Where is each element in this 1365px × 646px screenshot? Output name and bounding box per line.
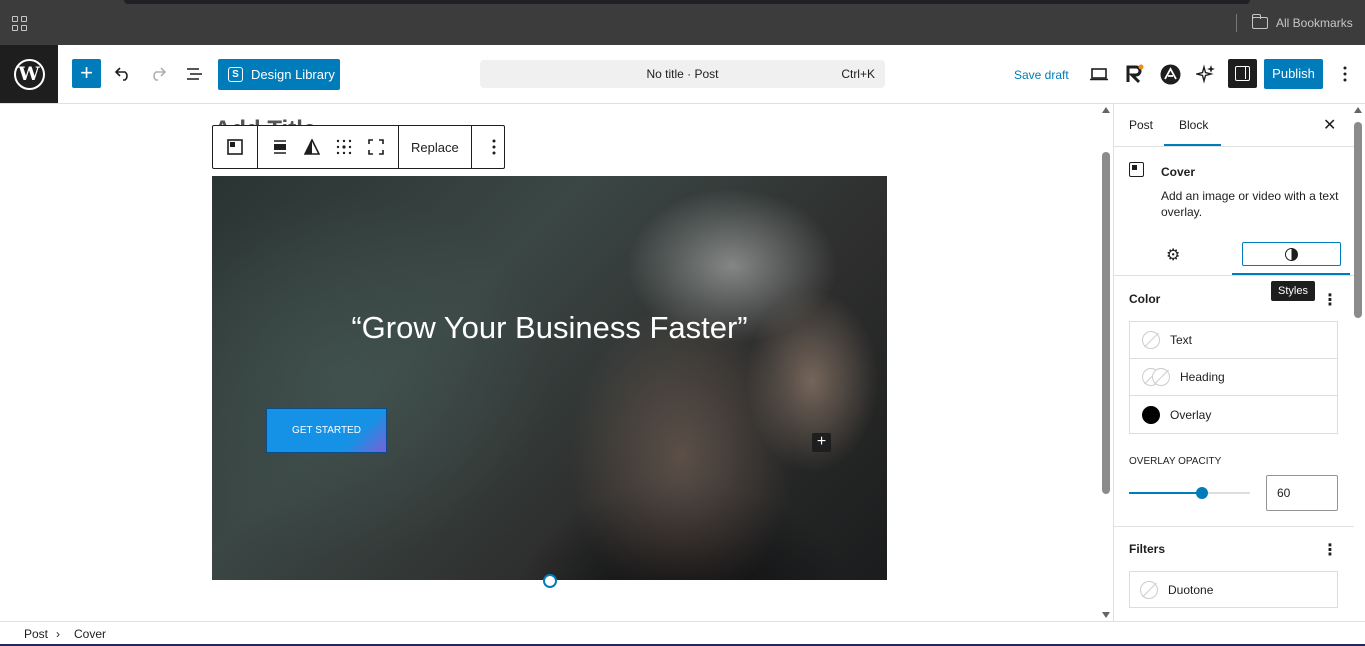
document-command-bar[interactable]: No title · Post Ctrl+K — [480, 60, 885, 88]
wordpress-logo-button[interactable]: W — [0, 45, 58, 103]
color-item-heading[interactable]: Heading — [1130, 359, 1337, 396]
toolbar-group-replace: Replace — [399, 126, 472, 168]
close-icon[interactable]: ✕ — [1323, 115, 1336, 135]
duotone-filter-icon[interactable] — [296, 126, 328, 168]
breadcrumb-cover[interactable]: Cover — [74, 627, 106, 641]
cover-block-icon — [1129, 162, 1144, 177]
empty-swatch-icon — [1140, 580, 1158, 599]
scroll-down-arrow-icon[interactable] — [1102, 612, 1110, 618]
styles-contrast-icon — [1285, 247, 1298, 261]
dual-swatch-icon — [1142, 368, 1170, 386]
color-item-overlay[interactable]: Overlay — [1130, 396, 1337, 433]
inspector-subtabs: ⚙ — [1114, 235, 1354, 276]
overlay-opacity-slider[interactable] — [1129, 487, 1250, 499]
cover-resize-handle[interactable] — [543, 574, 557, 588]
browser-bookmarks-bar: All Bookmarks — [0, 0, 1365, 45]
inline-block-inserter-icon[interactable]: + — [812, 433, 831, 452]
editor-header: W + S Design Library No title · Post Ctr… — [0, 45, 1365, 104]
undo-icon[interactable] — [112, 63, 134, 85]
wordpress-icon: W — [13, 58, 45, 90]
block-toolbar: Replace — [212, 125, 505, 169]
block-breadcrumb: Post › Cover — [0, 621, 1365, 646]
styles-tooltip: Styles — [1271, 281, 1315, 301]
slider-fill — [1129, 492, 1202, 494]
replace-button[interactable]: Replace — [405, 140, 465, 155]
block-description: Add an image or video with a text overla… — [1161, 189, 1339, 219]
breadcrumb-post[interactable]: Post — [24, 627, 48, 641]
bookmarks-separator — [1236, 14, 1237, 32]
sidebar-scrollbar[interactable] — [1352, 104, 1365, 621]
color-item-label: Overlay — [1170, 407, 1212, 422]
scroll-up-arrow-icon[interactable] — [1354, 107, 1362, 113]
sidebar-icon — [1235, 66, 1250, 81]
publish-button[interactable]: Publish — [1264, 59, 1323, 89]
block-inserter-button[interactable]: + — [72, 59, 101, 88]
redo-icon[interactable] — [147, 63, 169, 85]
document-title: No title · Post — [646, 67, 719, 81]
active-subtab-indicator — [1232, 273, 1350, 275]
color-section-title: Color — [1129, 292, 1161, 306]
settings-sidebar-toggle[interactable] — [1228, 59, 1257, 88]
options-kebab-icon[interactable] — [1334, 63, 1356, 85]
slider-thumb[interactable] — [1195, 487, 1208, 499]
active-tab-indicator — [1164, 144, 1221, 146]
toolbar-group-layout — [258, 126, 399, 168]
toolbar-group-options — [472, 126, 516, 168]
chevron-right-icon: › — [56, 627, 60, 641]
cover-block[interactable]: “Grow Your Business Faster” GET STARTED … — [212, 176, 887, 580]
cover-block-icon[interactable] — [219, 126, 251, 168]
gear-icon[interactable]: ⚙ — [1166, 245, 1180, 265]
color-settings-list: Text Heading Overlay — [1129, 321, 1338, 434]
duotone-item[interactable]: Duotone — [1129, 571, 1338, 608]
full-height-icon[interactable] — [360, 126, 392, 168]
block-name: Cover — [1161, 165, 1196, 179]
empty-swatch-icon — [1142, 331, 1160, 349]
editor-canvas[interactable]: Add Title Replace — [0, 104, 1100, 621]
color-options-kebab-icon[interactable]: ⋮ — [1322, 293, 1338, 309]
overlay-swatch-icon — [1142, 405, 1160, 424]
apps-grid-icon[interactable] — [12, 16, 27, 31]
command-shortcut: Ctrl+K — [841, 67, 875, 81]
astra-icon[interactable] — [1159, 63, 1181, 85]
block-options-kebab-icon[interactable] — [478, 126, 510, 168]
ai-sparkle-icon[interactable] — [1195, 63, 1217, 85]
design-library-button[interactable]: S Design Library — [218, 59, 340, 90]
content-position-icon[interactable] — [328, 126, 360, 168]
document-overview-icon[interactable] — [184, 63, 206, 85]
section-divider — [1114, 526, 1354, 527]
rankmath-icon[interactable] — [1124, 63, 1146, 85]
color-item-label: Text — [1170, 333, 1193, 347]
design-library-icon: S — [228, 67, 243, 82]
filters-section-title: Filters — [1129, 542, 1166, 556]
settings-sidebar: Post Block ✕ Cover Add an image or video… — [1113, 104, 1365, 621]
duotone-label: Duotone — [1168, 582, 1214, 597]
overlay-opacity-input[interactable]: 60 — [1266, 475, 1338, 511]
get-started-button[interactable]: GET STARTED — [266, 408, 387, 453]
save-draft-button[interactable]: Save draft — [1014, 68, 1069, 82]
folder-icon[interactable] — [1251, 14, 1268, 29]
sidebar-tabs: Post Block ✕ — [1114, 104, 1354, 147]
browser-tab-strip — [124, 0, 1250, 4]
overlay-opacity-label: Overlay opacity — [1129, 456, 1222, 467]
scroll-up-arrow-icon[interactable] — [1102, 107, 1110, 113]
design-library-label: Design Library — [251, 67, 335, 82]
color-item-label: Heading — [1180, 370, 1225, 384]
filters-options-kebab-icon[interactable]: ⋮ — [1322, 543, 1338, 559]
tab-styles[interactable] — [1242, 242, 1341, 266]
canvas-scroll-thumb[interactable] — [1102, 152, 1110, 494]
canvas-scrollbar[interactable] — [1100, 104, 1113, 621]
tab-block[interactable]: Block — [1179, 118, 1208, 132]
sidebar-scroll-thumb[interactable] — [1354, 122, 1362, 318]
preview-device-icon[interactable] — [1088, 63, 1110, 85]
color-item-text[interactable]: Text — [1130, 322, 1337, 359]
align-icon[interactable] — [264, 126, 296, 168]
all-bookmarks-link[interactable]: All Bookmarks — [1276, 16, 1353, 30]
cover-heading[interactable]: “Grow Your Business Faster” — [212, 310, 887, 346]
tab-post[interactable]: Post — [1129, 118, 1153, 132]
toolbar-group-block — [213, 126, 258, 168]
